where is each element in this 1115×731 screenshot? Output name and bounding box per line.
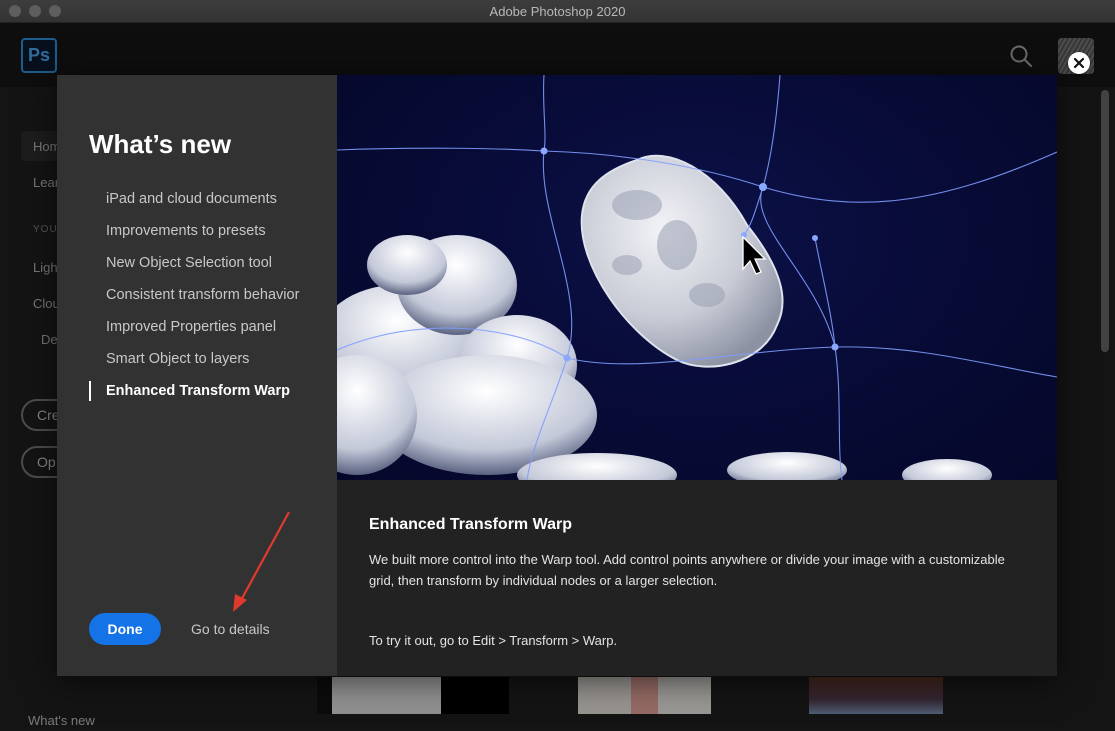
feature-list: iPad and cloud documents Improvements to… bbox=[89, 189, 319, 413]
feature-item-ipad[interactable]: iPad and cloud documents bbox=[89, 189, 319, 209]
feature-item-properties-panel[interactable]: Improved Properties panel bbox=[89, 317, 319, 337]
feature-body: We built more control into the Warp tool… bbox=[369, 552, 1005, 588]
feature-item-transform-behavior[interactable]: Consistent transform behavior bbox=[89, 285, 319, 305]
feature-try-hint: To try it out, go to Edit > Transform > … bbox=[369, 633, 618, 648]
dialog-title: What’s new bbox=[89, 129, 232, 159]
whats-new-dialog: What’s new iPad and cloud documents Impr… bbox=[57, 75, 1057, 676]
close-icon[interactable] bbox=[1068, 52, 1090, 74]
feature-title: Enhanced Transform Warp bbox=[369, 516, 572, 533]
window-titlebar: Adobe Photoshop 2020 bbox=[0, 0, 1115, 23]
feature-item-object-selection[interactable]: New Object Selection tool bbox=[89, 253, 319, 273]
feature-item-smart-object[interactable]: Smart Object to layers bbox=[89, 349, 319, 369]
warp-illustration bbox=[337, 75, 1057, 480]
feature-item-transform-warp[interactable]: Enhanced Transform Warp bbox=[89, 381, 319, 401]
feature-item-presets[interactable]: Improvements to presets bbox=[89, 221, 319, 241]
window-title: Adobe Photoshop 2020 bbox=[489, 4, 626, 19]
done-button[interactable]: Done bbox=[89, 613, 161, 645]
go-to-details-link[interactable]: Go to details bbox=[191, 621, 270, 637]
feature-description: Enhanced Transform Warp We built more co… bbox=[337, 480, 1057, 676]
whats-new-sidebar: What’s new iPad and cloud documents Impr… bbox=[57, 75, 337, 676]
feature-hero-image bbox=[337, 75, 1057, 480]
annotation-arrow bbox=[233, 511, 290, 612]
